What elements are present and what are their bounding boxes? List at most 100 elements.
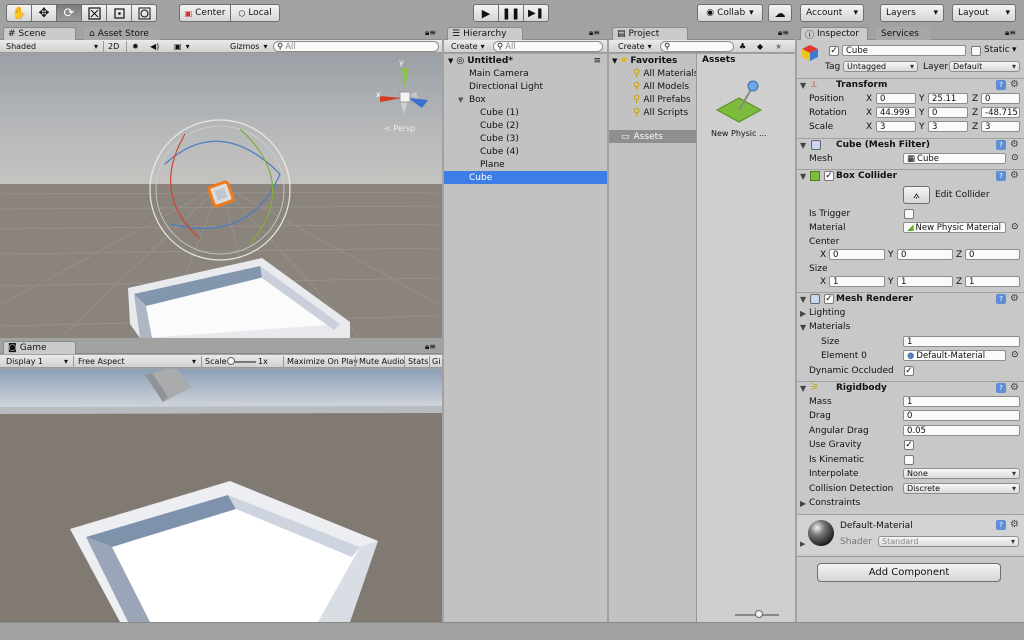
- effects-dropdown[interactable]: ▣ ▾: [174, 40, 190, 53]
- tab-services[interactable]: Services: [876, 27, 930, 40]
- cloud-button[interactable]: ☁: [768, 4, 792, 22]
- account-dropdown[interactable]: Account ▾: [800, 4, 864, 22]
- collab-dropdown[interactable]: ◉ Collab ▾: [697, 4, 763, 22]
- assets-folder-item[interactable]: ▭ Assets: [609, 130, 696, 143]
- materials-label[interactable]: Materials: [809, 322, 850, 332]
- box-collider-enabled-checkbox[interactable]: ✓: [824, 171, 834, 181]
- favorite-item[interactable]: ⚲ All Models: [609, 80, 696, 93]
- display-dropdown[interactable]: Display 1 ▾: [6, 355, 70, 368]
- pivot-center-button[interactable]: ▣ Center: [179, 4, 231, 22]
- fold-open-icon[interactable]: ▼: [800, 323, 806, 333]
- object-picker-icon[interactable]: ⊙: [1011, 222, 1019, 232]
- tab-inspector[interactable]: ⓘ Inspector: [800, 27, 868, 40]
- fold-closed-icon[interactable]: ▶: [800, 499, 806, 509]
- game-viewport[interactable]: [0, 369, 442, 622]
- favorite-item[interactable]: ⚲ All Materials: [609, 67, 696, 80]
- pivot-local-button[interactable]: ⬡ Local: [230, 4, 280, 22]
- layer-dropdown[interactable]: Default: [949, 61, 1020, 72]
- help-icon[interactable]: ?: [996, 140, 1006, 150]
- hierarchy-lock-icon[interactable]: 🔒︎≡: [589, 28, 600, 38]
- help-icon[interactable]: ?: [996, 520, 1006, 530]
- orientation-gizmo[interactable]: y x < Persp: [376, 58, 436, 133]
- help-icon[interactable]: ?: [996, 80, 1006, 90]
- favorite-item[interactable]: ⚲ All Scripts: [609, 106, 696, 119]
- fold-open-icon[interactable]: ▼: [800, 141, 806, 151]
- static-dropdown-icon[interactable]: ▾: [1012, 45, 1017, 55]
- scene-lock-icon[interactable]: 🔒︎≡: [425, 28, 436, 38]
- fold-closed-icon[interactable]: ▶: [800, 309, 806, 319]
- scale-slider-thumb[interactable]: [227, 357, 235, 365]
- element0-field[interactable]: ● Default-Material: [903, 350, 1006, 361]
- persp-label[interactable]: < Persp: [384, 124, 415, 133]
- hierarchy-item[interactable]: Plane: [444, 158, 607, 171]
- favorites-item[interactable]: ▼ ★ Favorites: [609, 54, 696, 67]
- use-gravity-checkbox[interactable]: ✓: [904, 440, 914, 450]
- help-icon[interactable]: ?: [996, 383, 1006, 393]
- asset-physic-material[interactable]: New Physic ...: [705, 76, 775, 146]
- move-tool-button[interactable]: ✥: [31, 4, 57, 22]
- tab-project[interactable]: ▤ Project: [612, 27, 688, 40]
- lighting-label[interactable]: Lighting: [809, 308, 845, 318]
- gizmos-dropdown[interactable]: Gizmos ▾: [230, 40, 268, 53]
- size-z-input[interactable]: 1: [965, 276, 1020, 287]
- hierarchy-item[interactable]: Main Camera: [444, 67, 607, 80]
- object-picker-icon[interactable]: ⊙: [1011, 350, 1019, 360]
- favorite-star-button[interactable]: ★: [775, 40, 782, 53]
- hierarchy-item[interactable]: Cube (1): [444, 106, 607, 119]
- mode-2d-toggle[interactable]: 2D: [108, 40, 119, 53]
- edit-collider-button[interactable]: ⟑: [903, 186, 930, 204]
- scale-y-input[interactable]: 3: [928, 121, 968, 132]
- scale-z-input[interactable]: 3: [981, 121, 1020, 132]
- fold-open-icon[interactable]: ▼: [800, 384, 806, 394]
- materials-size-input[interactable]: 1: [903, 336, 1020, 347]
- position-x-input[interactable]: 0: [876, 93, 916, 104]
- gear-icon[interactable]: ⚙: [1010, 294, 1019, 304]
- drag-input[interactable]: 0: [903, 410, 1020, 421]
- object-name-input[interactable]: Cube: [842, 45, 966, 56]
- position-y-input[interactable]: 25.11: [928, 93, 968, 104]
- constraints-label[interactable]: Constraints: [809, 498, 860, 508]
- shading-mode-dropdown[interactable]: Shaded ▾: [6, 40, 100, 53]
- center-z-input[interactable]: 0: [965, 249, 1020, 260]
- hierarchy-item[interactable]: Directional Light: [444, 80, 607, 93]
- layout-dropdown[interactable]: Layout ▾: [952, 4, 1016, 22]
- shader-dropdown[interactable]: Standard: [878, 536, 1019, 547]
- help-icon[interactable]: ?: [996, 294, 1006, 304]
- object-picker-icon[interactable]: ⊙: [1011, 153, 1019, 163]
- project-search-input[interactable]: ⚲: [660, 41, 734, 52]
- filter-type-button[interactable]: ♣: [739, 40, 746, 53]
- transform-tool-button[interactable]: [131, 4, 157, 22]
- mass-input[interactable]: 1: [903, 396, 1020, 407]
- tab-game[interactable]: ◙ Game: [3, 341, 76, 354]
- aspect-dropdown[interactable]: Free Aspect ▾: [78, 355, 198, 368]
- scene-viewport[interactable]: y x < Persp: [0, 54, 442, 338]
- gear-icon[interactable]: ⚙: [1010, 520, 1019, 530]
- position-z-input[interactable]: 0: [981, 93, 1020, 104]
- pause-button[interactable]: ❚❚: [498, 4, 524, 22]
- hierarchy-create-dropdown[interactable]: Create ▾: [451, 40, 491, 53]
- tag-dropdown[interactable]: Untagged: [843, 61, 918, 72]
- hierarchy-item[interactable]: Cube: [444, 171, 607, 184]
- size-x-input[interactable]: 1: [829, 276, 885, 287]
- scale-tool-button[interactable]: [81, 4, 107, 22]
- angular-drag-input[interactable]: 0.05: [903, 425, 1020, 436]
- favorite-item[interactable]: ⚲ All Prefabs: [609, 93, 696, 106]
- play-button[interactable]: ▶: [473, 4, 499, 22]
- rigidbody-header[interactable]: [797, 381, 1024, 396]
- audio-toggle[interactable]: ◀︎): [150, 40, 159, 53]
- mute-audio-toggle[interactable]: Mute Audio: [359, 355, 404, 368]
- rotation-y-input[interactable]: 0: [928, 107, 968, 118]
- rect-tool-button[interactable]: [106, 4, 132, 22]
- gear-icon[interactable]: ⚙: [1010, 171, 1019, 181]
- tab-hierarchy[interactable]: ☰ Hierarchy: [447, 27, 523, 40]
- project-lock-icon[interactable]: 🔒︎≡: [778, 28, 789, 38]
- step-button[interactable]: ▶❚: [523, 4, 549, 22]
- lighting-toggle[interactable]: ✹: [132, 40, 139, 53]
- mesh-object-field[interactable]: ▦ Cube: [903, 153, 1006, 164]
- layers-dropdown[interactable]: Layers ▾: [880, 4, 944, 22]
- hierarchy-search-input[interactable]: ⚲ All: [493, 41, 603, 52]
- physic-material-field[interactable]: ◢ New Physic Material: [903, 222, 1006, 233]
- gear-icon[interactable]: ⚙: [1010, 140, 1019, 150]
- hierarchy-item[interactable]: ▼ Box: [444, 93, 607, 106]
- fold-open-icon[interactable]: ▼: [800, 172, 806, 182]
